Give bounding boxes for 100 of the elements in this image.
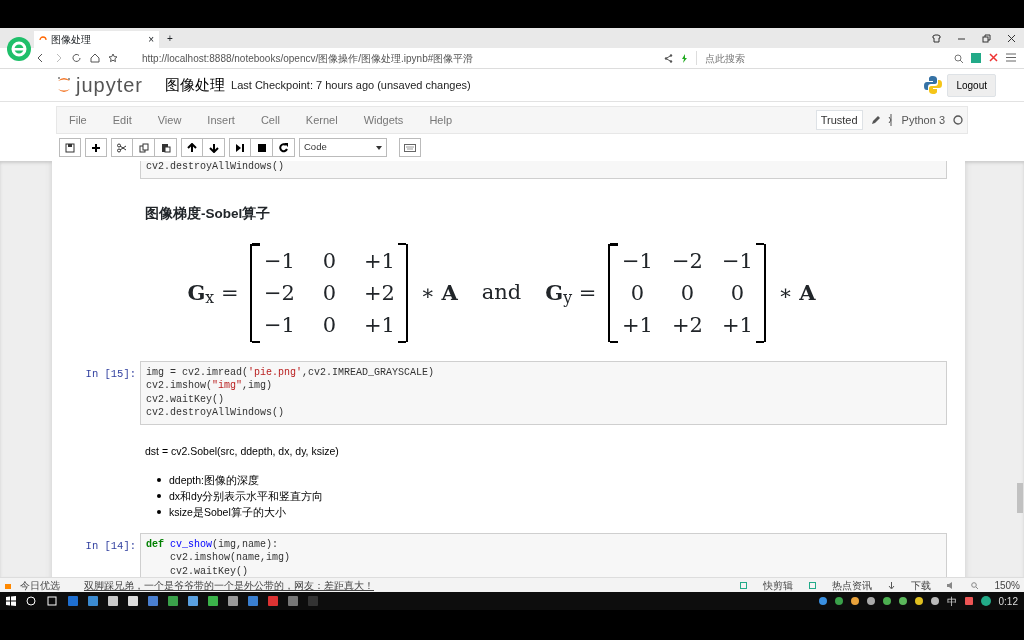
matrix-entry: 0 xyxy=(629,279,646,307)
trusted-indicator[interactable]: Trusted xyxy=(815,109,863,131)
tab-title[interactable]: 图像处理 xyxy=(51,32,145,47)
matrix-entry: +1 xyxy=(620,311,654,339)
tray-icon[interactable] xyxy=(964,597,973,605)
stop-icon xyxy=(256,142,267,153)
matrix-entry: 0 xyxy=(321,311,338,339)
x-mark-icon[interactable] xyxy=(989,53,998,62)
kernel-name[interactable]: Python 3 xyxy=(901,111,945,129)
restart-button[interactable] xyxy=(273,138,295,157)
zoom-icon[interactable] xyxy=(971,581,979,589)
run-button[interactable] xyxy=(229,138,251,157)
scrollbar-thumb[interactable] xyxy=(1017,483,1023,513)
pencil-icon[interactable] xyxy=(870,115,880,125)
tab-close-button[interactable]: × xyxy=(148,32,154,47)
menu-item[interactable]: File xyxy=(69,111,87,129)
kernel-status-icon xyxy=(953,115,963,125)
keyboard-button[interactable] xyxy=(399,138,421,157)
matrix-entry: 0 xyxy=(679,279,696,307)
plus-icon xyxy=(91,142,101,153)
restore-icon[interactable] xyxy=(982,33,991,43)
shirt-icon[interactable] xyxy=(932,33,941,43)
matrix-entry: 0 xyxy=(321,279,338,307)
caret-icon xyxy=(376,145,382,150)
copy-button[interactable] xyxy=(133,138,155,157)
windows-start-icon[interactable] xyxy=(6,596,16,606)
status-item[interactable]: 快剪辑 xyxy=(763,577,794,593)
task-view-icon[interactable] xyxy=(46,596,58,606)
down-arrow-icon xyxy=(208,142,219,153)
notebook-name[interactable]: 图像处理 xyxy=(165,73,226,97)
code-line: cv2.imshow(name,img) xyxy=(169,551,292,565)
scissors-icon xyxy=(117,142,127,153)
cell-prompt: In [15]: xyxy=(84,366,137,382)
list-item-text: ddepth:图像的深度 xyxy=(169,472,260,488)
zoom-level[interactable]: 150% xyxy=(994,577,1020,593)
news-link[interactable]: 双脚踩兄弟，一个是爷爷带的一个是外公带的，网友：差距真大！ xyxy=(84,577,374,593)
app-icon[interactable] xyxy=(809,581,817,589)
formula-text: ∗ A xyxy=(420,278,458,307)
search-icon[interactable] xyxy=(26,596,36,606)
status-item[interactable]: 热点资讯 xyxy=(832,577,873,593)
jupyter-wordmark[interactable]: jupyter xyxy=(76,70,144,100)
run-icon xyxy=(235,142,245,153)
menu-item[interactable]: Help xyxy=(429,111,452,129)
matrix-entry: 0 xyxy=(729,279,746,307)
scissors-button[interactable] xyxy=(111,138,133,157)
section-heading: 图像梯度-Sobel算子 xyxy=(145,204,272,223)
menu-item[interactable]: Kernel xyxy=(305,111,338,129)
stop-button[interactable] xyxy=(251,138,273,157)
formula-text: G$_{x}$ = xyxy=(187,278,239,309)
logout-button[interactable]: Logout xyxy=(947,73,996,97)
matrix-entry: −2 xyxy=(670,247,704,275)
list-item-text: ksize是Sobel算子的大小 xyxy=(169,504,286,520)
matrix-entry: −2 xyxy=(263,279,296,307)
home-icon[interactable] xyxy=(90,53,100,63)
matrix-entry: −1 xyxy=(620,247,654,275)
close-icon[interactable] xyxy=(1007,33,1016,43)
matrix-entry: +1 xyxy=(720,311,754,339)
menu-item[interactable]: Insert xyxy=(207,111,235,129)
reload-icon[interactable] xyxy=(72,53,82,63)
menu-item[interactable]: Cell xyxy=(260,111,280,129)
menu-item[interactable]: View xyxy=(157,111,182,129)
app-icon[interactable] xyxy=(740,581,748,589)
bullet-icon xyxy=(157,477,161,482)
save-button[interactable] xyxy=(59,138,81,157)
code-cell[interactable]: cv2.destroyAllWindows() xyxy=(140,161,947,179)
menu-item[interactable]: Edit xyxy=(112,111,132,129)
lightning-icon[interactable] xyxy=(681,53,688,63)
paste-button[interactable] xyxy=(155,138,177,157)
menu-item[interactable]: Widgets xyxy=(363,111,404,129)
status-item[interactable]: 下载 xyxy=(911,577,932,593)
bullet-icon xyxy=(157,509,161,514)
code-cell[interactable]: def cv_show(img,name): cv2.imshow(name,img) cv2.waitKey() xyxy=(140,532,947,577)
input-method-indicator[interactable]: 中 xyxy=(946,593,957,609)
code-cell[interactable]: img = cv2.imread('pie.png',cv2.IMREAD_GRAYSCALE) cv2.imshow("img",img) cv2.waitKey() cv2.destroyAllWindows() xyxy=(140,360,947,425)
download-icon[interactable] xyxy=(888,581,896,589)
star-icon[interactable] xyxy=(108,53,118,63)
menu-icon[interactable] xyxy=(1006,53,1016,62)
matrix-entry: +2 xyxy=(670,311,704,339)
new-tab-button[interactable]: + xyxy=(167,30,173,46)
list-item-text: dx和dy分别表示水平和竖直方向 xyxy=(169,488,324,504)
code-line: cv2.imshow("img",img) xyxy=(146,379,274,393)
cell-type-dropdown[interactable]: Code xyxy=(299,138,387,157)
paste-icon xyxy=(160,142,171,153)
kernel-logo-icon xyxy=(887,114,894,126)
up-arrow-button[interactable] xyxy=(181,138,203,157)
matrix-entry: +2 xyxy=(363,279,396,307)
matrix-entry: −1 xyxy=(263,247,296,275)
share-icon[interactable] xyxy=(664,53,673,63)
code-line: cv2.waitKey() xyxy=(146,392,225,407)
markdown-text: dst = cv2.Sobel(src, ddepth, dx, dy, ksize) xyxy=(145,443,340,459)
plus-button[interactable] xyxy=(85,138,107,157)
down-arrow-button[interactable] xyxy=(203,138,225,157)
matrix-entry: 0 xyxy=(321,247,338,275)
code-line: cv2.waitKey() xyxy=(169,564,250,577)
tray-icon[interactable] xyxy=(980,596,991,606)
formula-text: and xyxy=(481,279,522,306)
search-field[interactable]: 点此搜索 xyxy=(696,51,946,65)
address-field[interactable]: http://localhost:8888/notebooks/opencv/图像操作/图像处理.ipynb#图像平滑 xyxy=(142,50,656,66)
clock-time[interactable]: 0:12 xyxy=(998,593,1018,609)
code-line: img = cv2.imread('pie.png',cv2.IMREAD_GRAYSCALE) xyxy=(146,365,436,380)
